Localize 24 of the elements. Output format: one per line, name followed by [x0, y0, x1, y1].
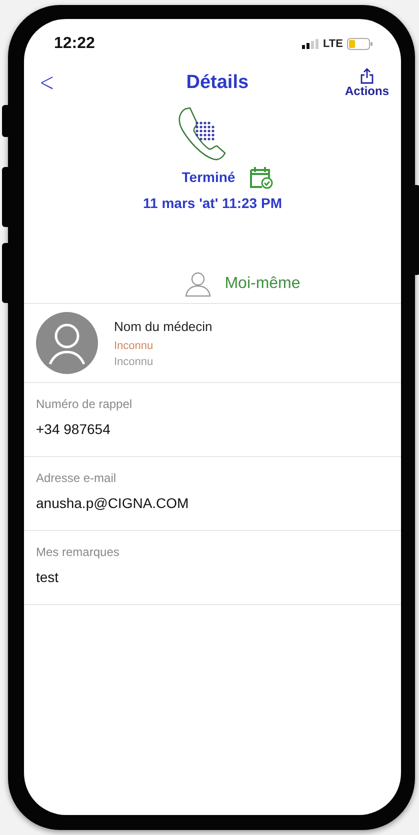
patient-name: Moi-même [224, 275, 300, 293]
clock-time: 12:22 [54, 35, 95, 53]
field-label: Mes remarques [36, 545, 120, 559]
field-label: Adresse e-mail [36, 471, 118, 485]
phone-keypad-icon [176, 105, 228, 161]
avatar-icon [36, 312, 98, 374]
person-icon [184, 271, 211, 297]
page-title: Détails [186, 72, 249, 94]
battery-icon [347, 38, 373, 50]
field-value: test [36, 569, 60, 585]
share-icon [360, 68, 374, 84]
call-status: Terminé [182, 169, 236, 185]
field-value: anusha.p@CIGNA.COM [36, 495, 190, 511]
actions-button[interactable]: Actions [344, 68, 389, 98]
call-datetime: 11 mars 'at' 11:23 PM [142, 195, 283, 211]
back-button[interactable]: < [36, 68, 58, 98]
doctor-status: Inconnu [114, 340, 154, 352]
network-label: LTE [323, 38, 343, 50]
doctor-label: Nom du médecin [114, 318, 212, 334]
signal-icon [302, 39, 320, 49]
field-label: Numéro de rappel [36, 397, 134, 411]
doctor-detail: Inconnu [114, 356, 154, 368]
field-value: +34 987654 [36, 421, 112, 437]
calendar-check-icon [249, 165, 274, 189]
